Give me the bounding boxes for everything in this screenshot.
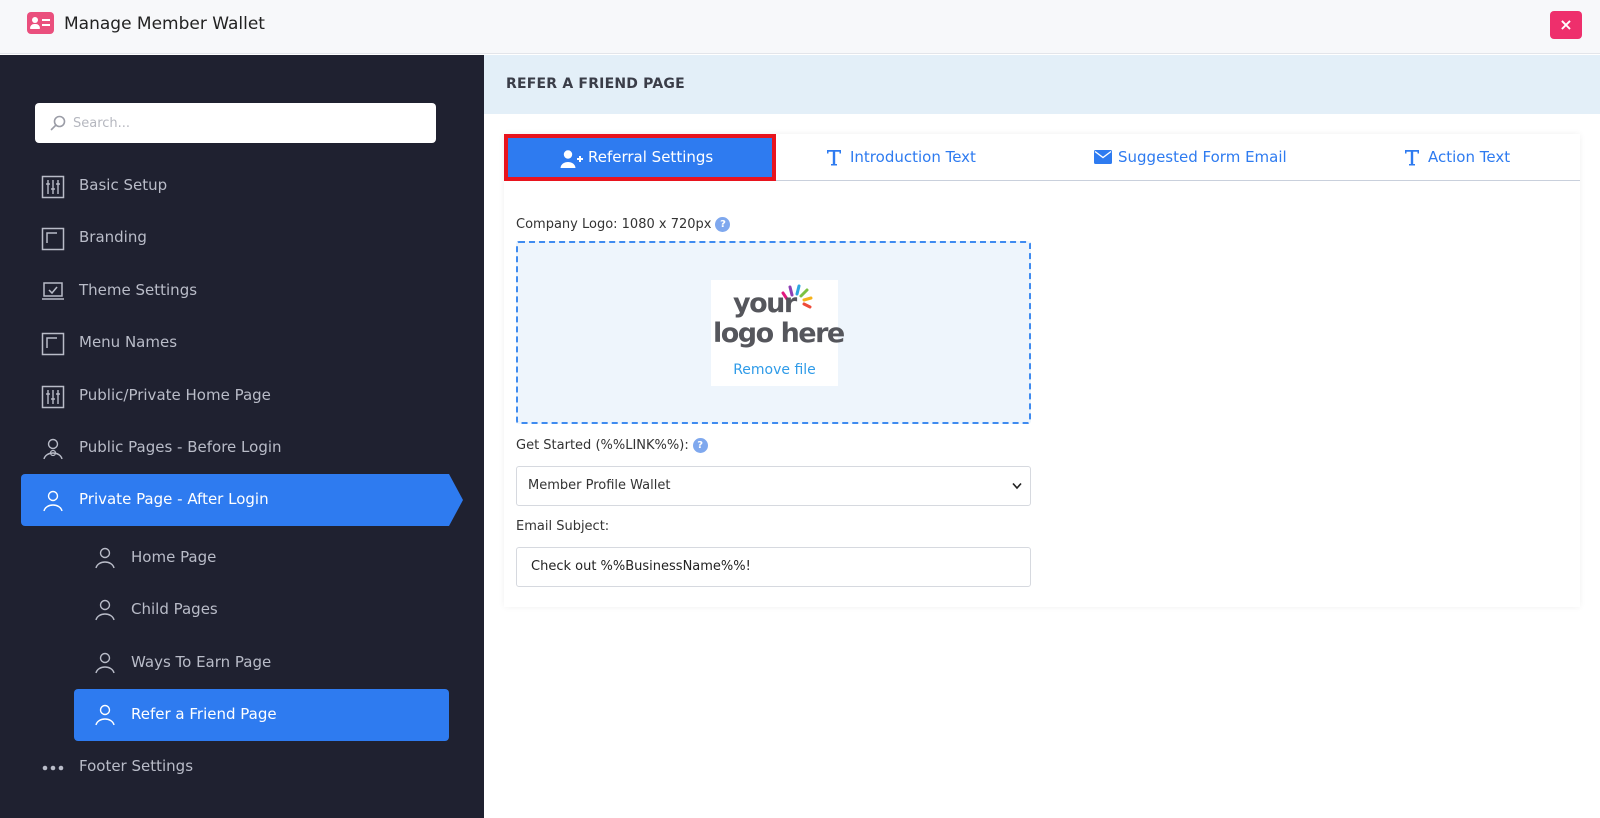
person-icon xyxy=(95,547,115,569)
laptop-check-icon xyxy=(42,282,64,300)
sidebar-subitem-refer-a-friend-page[interactable]: Refer a Friend Page xyxy=(74,689,449,741)
remove-file-link[interactable]: Remove file xyxy=(711,362,838,378)
tab-bar: Referral Settings Introduction Text Sugg… xyxy=(504,134,1580,181)
get-started-label: Get Started (%%LINK%%):? xyxy=(516,438,708,453)
logo-text: logo here xyxy=(713,318,845,349)
sidebar-item-label: Footer Settings xyxy=(79,757,194,775)
person-icon xyxy=(95,652,115,674)
sidebar: Basic Setup Branding Theme Settings Menu… xyxy=(0,55,484,818)
tab-referral-settings[interactable]: Referral Settings xyxy=(504,134,776,181)
settings-card: Referral Settings Introduction Text Sugg… xyxy=(504,134,1580,607)
sidebar-item-label: Menu Names xyxy=(79,333,178,351)
company-logo-label: Company Logo: 1080 x 720px? xyxy=(516,217,731,232)
page-header: REFER A FRIEND PAGE xyxy=(484,55,1600,114)
sidebar-subitem-label: Child Pages xyxy=(131,600,218,618)
chevron-down-icon xyxy=(1012,482,1022,490)
person-icon xyxy=(43,490,63,512)
text-icon xyxy=(1405,150,1419,166)
sidebar-item-label: Branding xyxy=(79,228,147,246)
tab-label: Referral Settings xyxy=(588,148,714,166)
add-user-icon xyxy=(560,150,583,168)
sidebar-subitem-label: Refer a Friend Page xyxy=(131,705,277,723)
get-started-select[interactable]: Member Profile Wallet xyxy=(516,466,1031,506)
logo-preview: your logo here Remove file xyxy=(711,280,845,386)
square-frame-icon xyxy=(41,332,65,356)
sidebar-item-label: Private Page - After Login xyxy=(79,490,269,508)
tab-suggested-form-email[interactable]: Suggested Form Email xyxy=(1038,134,1348,181)
sidebar-item-private-page-after-login[interactable]: Private Page - After Login xyxy=(21,474,463,526)
sidebar-item-theme-settings[interactable]: Theme Settings xyxy=(21,265,449,317)
sidebar-item-branding[interactable]: Branding xyxy=(21,212,449,264)
person-icon xyxy=(95,704,115,726)
sidebar-item-label: Theme Settings xyxy=(79,281,198,299)
sliders-icon xyxy=(41,175,65,199)
select-value: Member Profile Wallet xyxy=(528,478,671,493)
top-bar: Manage Member Wallet × xyxy=(0,0,1600,54)
tab-label: Introduction Text xyxy=(850,148,976,166)
close-button[interactable]: × xyxy=(1550,11,1582,39)
sidebar-item-label: Basic Setup xyxy=(79,176,168,194)
search-icon xyxy=(50,115,66,131)
page-title: REFER A FRIEND PAGE xyxy=(506,76,685,92)
sidebar-item-footer-settings[interactable]: Footer Settings xyxy=(21,741,449,793)
logo-text: your xyxy=(733,288,797,319)
sidebar-item-label: Public/Private Home Page xyxy=(79,386,271,404)
dots-icon xyxy=(42,765,64,771)
tab-introduction-text[interactable]: Introduction Text xyxy=(776,134,1038,181)
member-card-icon xyxy=(27,12,54,34)
tab-action-text[interactable]: Action Text xyxy=(1348,134,1580,181)
email-subject-label: Email Subject: xyxy=(516,519,610,534)
text-icon xyxy=(827,150,841,166)
sidebar-subitem-child-pages[interactable]: Child Pages xyxy=(74,584,449,636)
person-icon xyxy=(43,438,63,460)
person-icon xyxy=(95,599,115,621)
envelope-icon xyxy=(1094,150,1112,164)
sidebar-item-basic-setup[interactable]: Basic Setup xyxy=(21,160,449,212)
sidebar-item-public-pages-before-login[interactable]: Public Pages - Before Login xyxy=(21,422,449,474)
sidebar-item-public-private-home-page[interactable]: Public/Private Home Page xyxy=(21,370,449,422)
search-input[interactable] xyxy=(73,112,423,134)
tab-label: Action Text xyxy=(1428,148,1511,166)
tab-label: Suggested Form Email xyxy=(1118,148,1287,166)
sidebar-subitem-label: Home Page xyxy=(131,548,217,566)
email-subject-input[interactable]: Check out %%BusinessName%%! xyxy=(516,547,1031,587)
input-value: Check out %%BusinessName%%! xyxy=(531,559,751,574)
sidebar-subitem-home-page[interactable]: Home Page xyxy=(74,532,449,584)
sidebar-subitem-ways-to-earn-page[interactable]: Ways To Earn Page xyxy=(74,637,449,689)
square-frame-icon xyxy=(41,227,65,251)
help-icon[interactable]: ? xyxy=(715,217,731,232)
sliders-icon xyxy=(41,385,65,409)
sidebar-subitem-label: Ways To Earn Page xyxy=(131,653,272,671)
help-icon[interactable]: ? xyxy=(692,438,708,453)
sidebar-item-label: Public Pages - Before Login xyxy=(79,438,282,456)
search-box[interactable] xyxy=(35,103,436,143)
sidebar-item-menu-names[interactable]: Menu Names xyxy=(21,317,449,369)
logo-dropzone[interactable]: your logo here Remove file xyxy=(516,241,1031,424)
window-title: Manage Member Wallet xyxy=(64,14,265,34)
